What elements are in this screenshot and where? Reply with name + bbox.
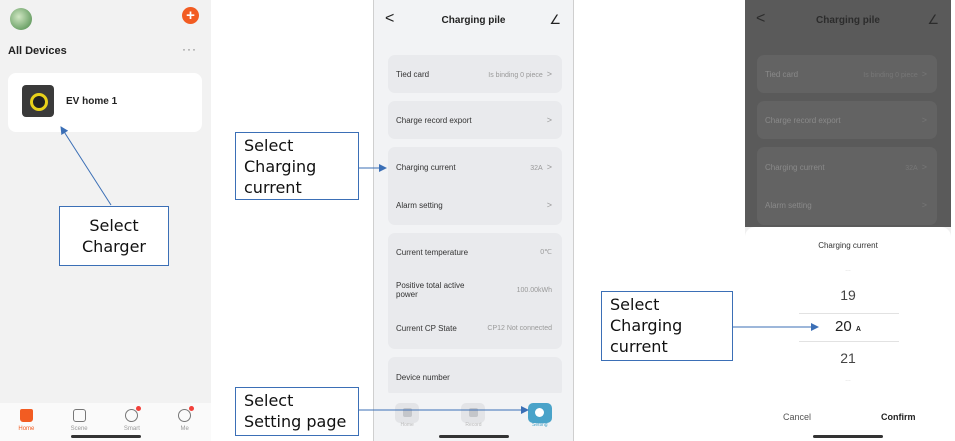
callout-line: current — [244, 178, 302, 197]
callout-select-current-1: Select Charging current — [235, 132, 359, 200]
callout-line: Charger — [82, 237, 146, 256]
callout-line: Charging — [244, 157, 317, 176]
callout-line: Select — [610, 295, 660, 314]
callout-line: Charging — [610, 316, 683, 335]
callout-select-charger: Select Charger — [59, 206, 169, 266]
callout-line: Setting page — [244, 412, 347, 431]
callout-line: Select — [244, 391, 294, 410]
callout-select-setting: Select Setting page — [235, 387, 359, 436]
callout-line: Select — [244, 136, 294, 155]
arrow-to-device — [60, 126, 112, 206]
callout-line: Select — [89, 216, 139, 235]
callout-select-current-2: Select Charging current — [601, 291, 733, 361]
callout-line: current — [610, 337, 668, 356]
